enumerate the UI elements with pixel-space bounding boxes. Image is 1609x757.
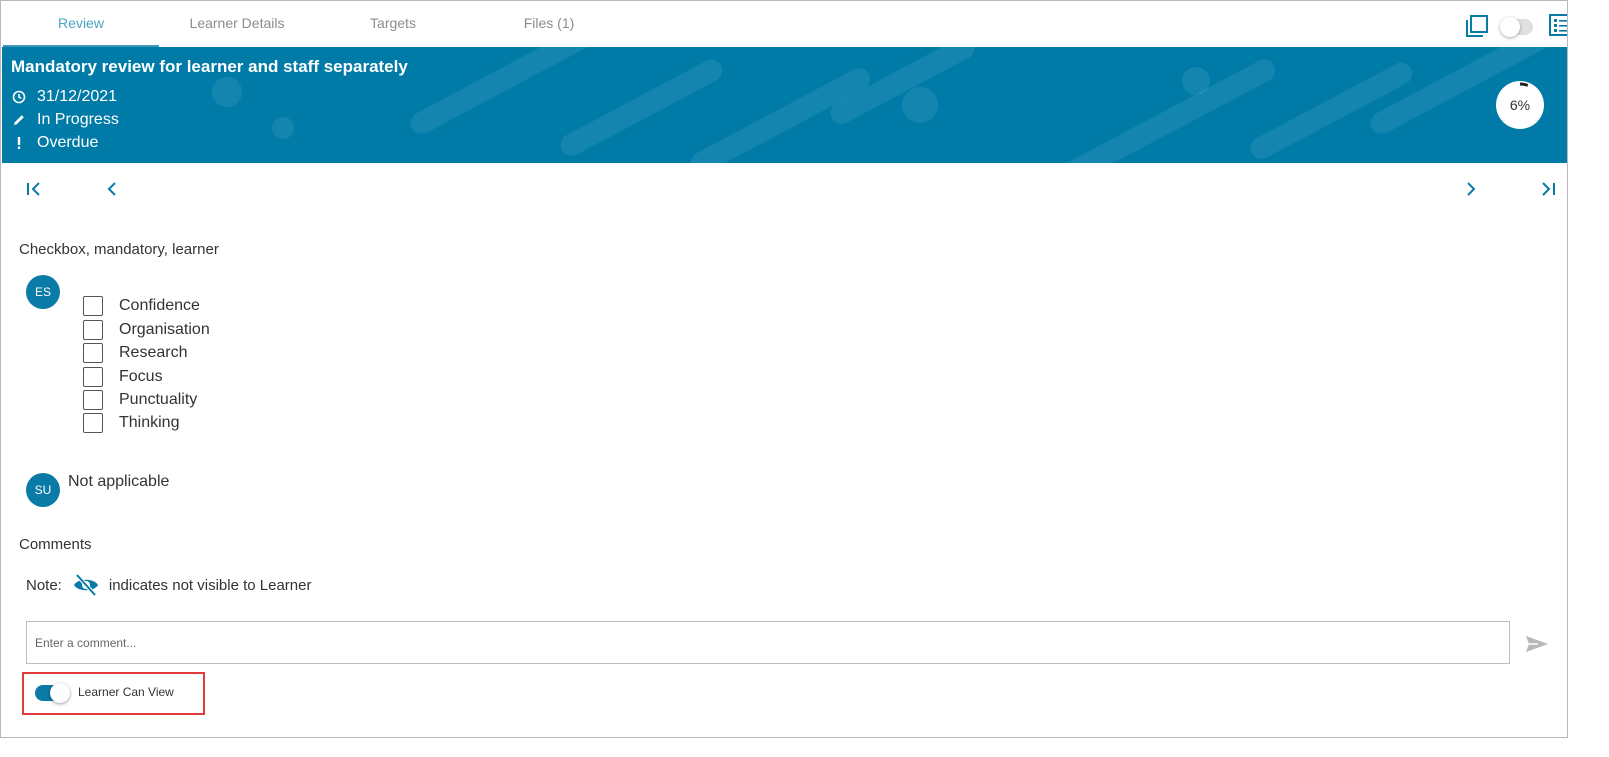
comments-title: Comments <box>19 536 92 553</box>
banner-decoration <box>1056 55 1280 163</box>
next-page-icon[interactable] <box>1461 179 1481 199</box>
list-view-icon[interactable] <box>1549 14 1568 36</box>
question-title: Checkbox, mandatory, learner <box>19 241 219 258</box>
checkbox[interactable] <box>83 389 103 410</box>
checkbox[interactable] <box>83 319 103 340</box>
eye-off-icon <box>73 573 98 597</box>
learner-avatar: ES <box>26 275 60 309</box>
view-toggle[interactable] <box>1500 17 1533 37</box>
overdue-text: Overdue <box>37 134 99 151</box>
learner-can-view-label: Learner Can View <box>78 685 174 699</box>
banner-decoration <box>272 117 294 139</box>
checkbox[interactable] <box>83 342 103 363</box>
checkbox-label: Confidence <box>119 296 200 314</box>
progress-label: 6% <box>1509 97 1531 113</box>
send-icon[interactable] <box>1524 633 1550 655</box>
copy-icon[interactable] <box>1465 14 1489 38</box>
review-banner: Mandatory review for learner and staff s… <box>2 47 1567 163</box>
banner-decoration <box>406 47 612 138</box>
checkbox[interactable] <box>83 366 103 387</box>
tab-targets[interactable]: Targets <box>315 1 471 47</box>
checkbox[interactable] <box>83 412 103 433</box>
learner-can-view-highlight: Learner Can View <box>22 672 205 715</box>
banner-decoration <box>212 77 242 107</box>
checkbox-option[interactable]: Confidence <box>83 294 200 317</box>
progress-indicator: 6% <box>1496 81 1544 129</box>
checkbox-option[interactable]: Organisation <box>83 318 210 341</box>
checkbox-label: Punctuality <box>119 390 198 408</box>
banner-decoration <box>556 55 727 160</box>
staff-avatar: SU <box>26 473 60 507</box>
due-date: 31/12/2021 <box>37 88 118 105</box>
status-text: In Progress <box>37 111 119 128</box>
tab-files[interactable]: Files (1) <box>471 1 627 47</box>
checkbox-option[interactable]: Focus <box>83 365 163 388</box>
checkbox[interactable] <box>83 295 103 316</box>
note-text: indicates not visible to Learner <box>108 576 312 594</box>
due-date-row: 31/12/2021 <box>11 86 117 108</box>
review-title: Mandatory review for learner and staff s… <box>11 57 408 76</box>
tab-review[interactable]: Review <box>3 1 159 47</box>
toggle-knob <box>1500 17 1520 37</box>
previous-page-icon[interactable] <box>102 179 122 199</box>
exclamation-icon <box>11 135 27 151</box>
status-row: In Progress <box>11 109 119 131</box>
tab-bar: Review Learner Details Targets Files (1) <box>1 1 1567 47</box>
checkbox-option[interactable]: Punctuality <box>83 388 197 411</box>
first-page-icon[interactable] <box>24 179 44 199</box>
banner-decoration <box>1182 67 1210 95</box>
comment-input[interactable] <box>26 621 1510 664</box>
pencil-icon <box>11 112 27 128</box>
visibility-note: Note: indicates not visible to Learner <box>26 573 311 597</box>
checkbox-label: Organisation <box>119 320 210 338</box>
checkbox-label: Focus <box>119 367 163 385</box>
clock-icon <box>11 89 27 105</box>
last-page-icon[interactable] <box>1538 179 1558 199</box>
staff-response-text: Not applicable <box>68 473 170 490</box>
banner-decoration <box>902 87 938 123</box>
overdue-row: Overdue <box>11 132 98 154</box>
note-prefix: Note: <box>26 576 62 594</box>
checkbox-label: Research <box>119 343 188 361</box>
checkbox-option[interactable]: Research <box>83 341 187 364</box>
learner-can-view-toggle[interactable] <box>35 683 70 703</box>
toggle-knob <box>50 683 70 703</box>
review-window: Review Learner Details Targets Files (1) <box>0 0 1568 738</box>
tab-learner-details[interactable]: Learner Details <box>159 1 315 47</box>
checkbox-option[interactable]: Thinking <box>83 411 179 434</box>
checkbox-label: Thinking <box>119 413 180 431</box>
